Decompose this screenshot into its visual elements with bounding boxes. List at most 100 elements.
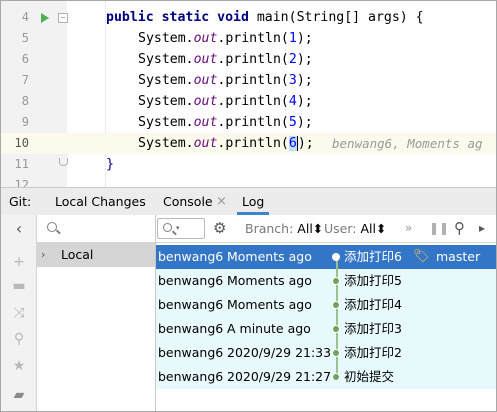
code-statement: System.out.println(3); (138, 73, 313, 88)
code-line: 6 System.out.println(2); (1, 49, 496, 70)
tab-local-changes[interactable]: Local Changes (55, 188, 146, 215)
branch-tag-label: master (436, 249, 481, 264)
search-icon (47, 222, 57, 232)
fold-icon[interactable]: − (58, 13, 68, 23)
method-declaration: public static void main(String[] args) { (106, 10, 424, 25)
branch-filter[interactable]: Branch: All⬍ (245, 215, 323, 242)
line-number: 4 (21, 10, 29, 24)
commit-message: 添加打印4 (344, 297, 402, 312)
merge-icon[interactable]: ⤨ (11, 305, 27, 321)
line-number: 9 (21, 115, 29, 129)
current-code-line: 10 System.out.println(6); benwang6, Mome… (1, 133, 496, 154)
code-line: 4 − public static void main(String[] arg… (1, 7, 496, 28)
branch-node-local[interactable]: › Local (37, 243, 155, 267)
gear-icon[interactable]: ⚙ (213, 215, 226, 242)
commit-list-empty-area (156, 393, 496, 411)
branch-node-label: Local (61, 247, 94, 262)
run-icon[interactable] (41, 13, 49, 23)
commit-date: Moments ago (227, 249, 312, 264)
code-statement: System.out.println(6); (138, 136, 314, 151)
chevron-right-icon[interactable]: › (41, 243, 45, 267)
closing-brace: } (106, 157, 114, 172)
star-icon[interactable]: ★ (11, 358, 27, 374)
commit-row[interactable]: benwang6 2020/9/29 21:27 初始提交 (156, 365, 496, 389)
commit-author: benwang6 (158, 369, 224, 384)
line-number: 12 (14, 178, 29, 187)
commit-date: Moments ago (227, 297, 312, 312)
search-icon[interactable]: ⚲ (454, 215, 465, 242)
commit-message: 添加打印3 (344, 321, 402, 336)
search-icon (163, 223, 172, 232)
commit-row[interactable]: benwang6 Moments ago 添加打印4 (156, 293, 496, 317)
user-filter[interactable]: User: All⬍ (324, 215, 386, 242)
commit-date: Moments ago (227, 273, 312, 288)
commit-message: 添加打印2 (344, 345, 402, 360)
commit-graph-node (332, 373, 340, 381)
folder-icon[interactable]: ▰ (11, 387, 27, 403)
tag-icon: 🏷 (413, 249, 430, 264)
commit-graph-node (332, 349, 340, 357)
line-number: 8 (21, 94, 29, 108)
fold-end-icon[interactable] (59, 158, 68, 166)
line-number: 5 (21, 31, 29, 45)
code-statement: System.out.println(2); (138, 52, 313, 67)
commit-date: 2020/9/29 21:27 (227, 369, 332, 384)
commit-graph-node (332, 277, 340, 285)
filter-dropdown-icon: ⬍ (312, 221, 324, 236)
more-icon[interactable]: ▸ (479, 215, 485, 242)
code-statement: System.out.println(1); (138, 31, 313, 46)
code-line: 8 System.out.println(4); (1, 91, 496, 112)
code-line: 11 } (1, 154, 496, 175)
line-number: 11 (14, 157, 29, 171)
commit-author: benwang6 (158, 273, 224, 288)
branch-search-field[interactable] (37, 215, 155, 243)
plus-icon[interactable]: + (11, 254, 27, 270)
line-number: 6 (21, 52, 29, 66)
line-number: 7 (21, 73, 29, 87)
commit-date: A minute ago (227, 321, 311, 336)
tool-window-title: Git: (9, 194, 32, 209)
search-icon[interactable]: ⚲ (11, 331, 27, 347)
commit-row[interactable]: benwang6 2020/9/29 21:33 添加打印2 (156, 341, 496, 365)
code-editor[interactable]: 4 − public static void main(String[] arg… (1, 1, 496, 187)
line-number: 10 (14, 136, 29, 150)
commit-row[interactable]: benwang6 Moments ago 添加打印5 (156, 269, 496, 293)
search-history-dropdown-icon[interactable]: ▾ (176, 219, 180, 238)
commit-graph-node (332, 325, 340, 333)
commit-graph-node (332, 301, 340, 309)
log-search-input[interactable]: ▾ (157, 218, 205, 239)
log-toolbar: ▾ ⚙ Branch: All⬍ User: All⬍ » ❚❚ ⚲ ▸ (156, 215, 496, 243)
code-line: 12 (1, 175, 496, 187)
ide-window: 4 − public static void main(String[] arg… (0, 0, 497, 412)
trash-icon[interactable]: ▬ (11, 278, 27, 294)
tool-strip: ‹ + ▬ ⤨ ⚲ ★ ▰ (1, 215, 37, 411)
git-tool-window-header: Git: Local Changes Console × Log (1, 187, 496, 216)
tab-console[interactable]: Console (163, 188, 213, 215)
pause-icon[interactable]: ❚❚ (429, 215, 449, 242)
commit-message: 初始提交 (344, 369, 395, 384)
close-tab-icon[interactable]: × (216, 188, 227, 215)
code-line: 9 System.out.println(5); (1, 112, 496, 133)
matched-bracket-arg: 6 (288, 136, 297, 151)
code-line: 7 System.out.println(3); (1, 70, 496, 91)
commit-row[interactable]: benwang6 A minute ago 添加打印3 (156, 317, 496, 341)
commit-author: benwang6 (158, 297, 224, 312)
code-statement: System.out.println(5); (138, 115, 313, 130)
branches-panel: › Local (37, 215, 156, 411)
commit-row[interactable]: benwang6 Moments ago 添加打印6 🏷 master (156, 245, 496, 269)
commit-list: benwang6 Moments ago 添加打印6 🏷 master benw… (156, 243, 496, 393)
chevron-left-icon[interactable]: ‹ (11, 221, 27, 237)
inline-blame-annotation: benwang6, Moments ag (332, 136, 483, 151)
commit-author: benwang6 (158, 345, 224, 360)
tab-log[interactable]: Log (237, 188, 270, 215)
commit-author: benwang6 (158, 249, 224, 264)
commit-message: 添加打印6 (344, 249, 402, 264)
filter-dropdown-icon: ⬍ (375, 221, 387, 236)
commit-graph-node (332, 253, 340, 261)
more-filters-icon[interactable]: » (405, 215, 412, 242)
commit-message: 添加打印5 (344, 273, 402, 288)
commit-author: benwang6 (158, 321, 224, 336)
code-statement: System.out.println(4); (138, 94, 313, 109)
commit-graph-line (336, 257, 338, 377)
code-line: 5 System.out.println(1); (1, 28, 496, 49)
